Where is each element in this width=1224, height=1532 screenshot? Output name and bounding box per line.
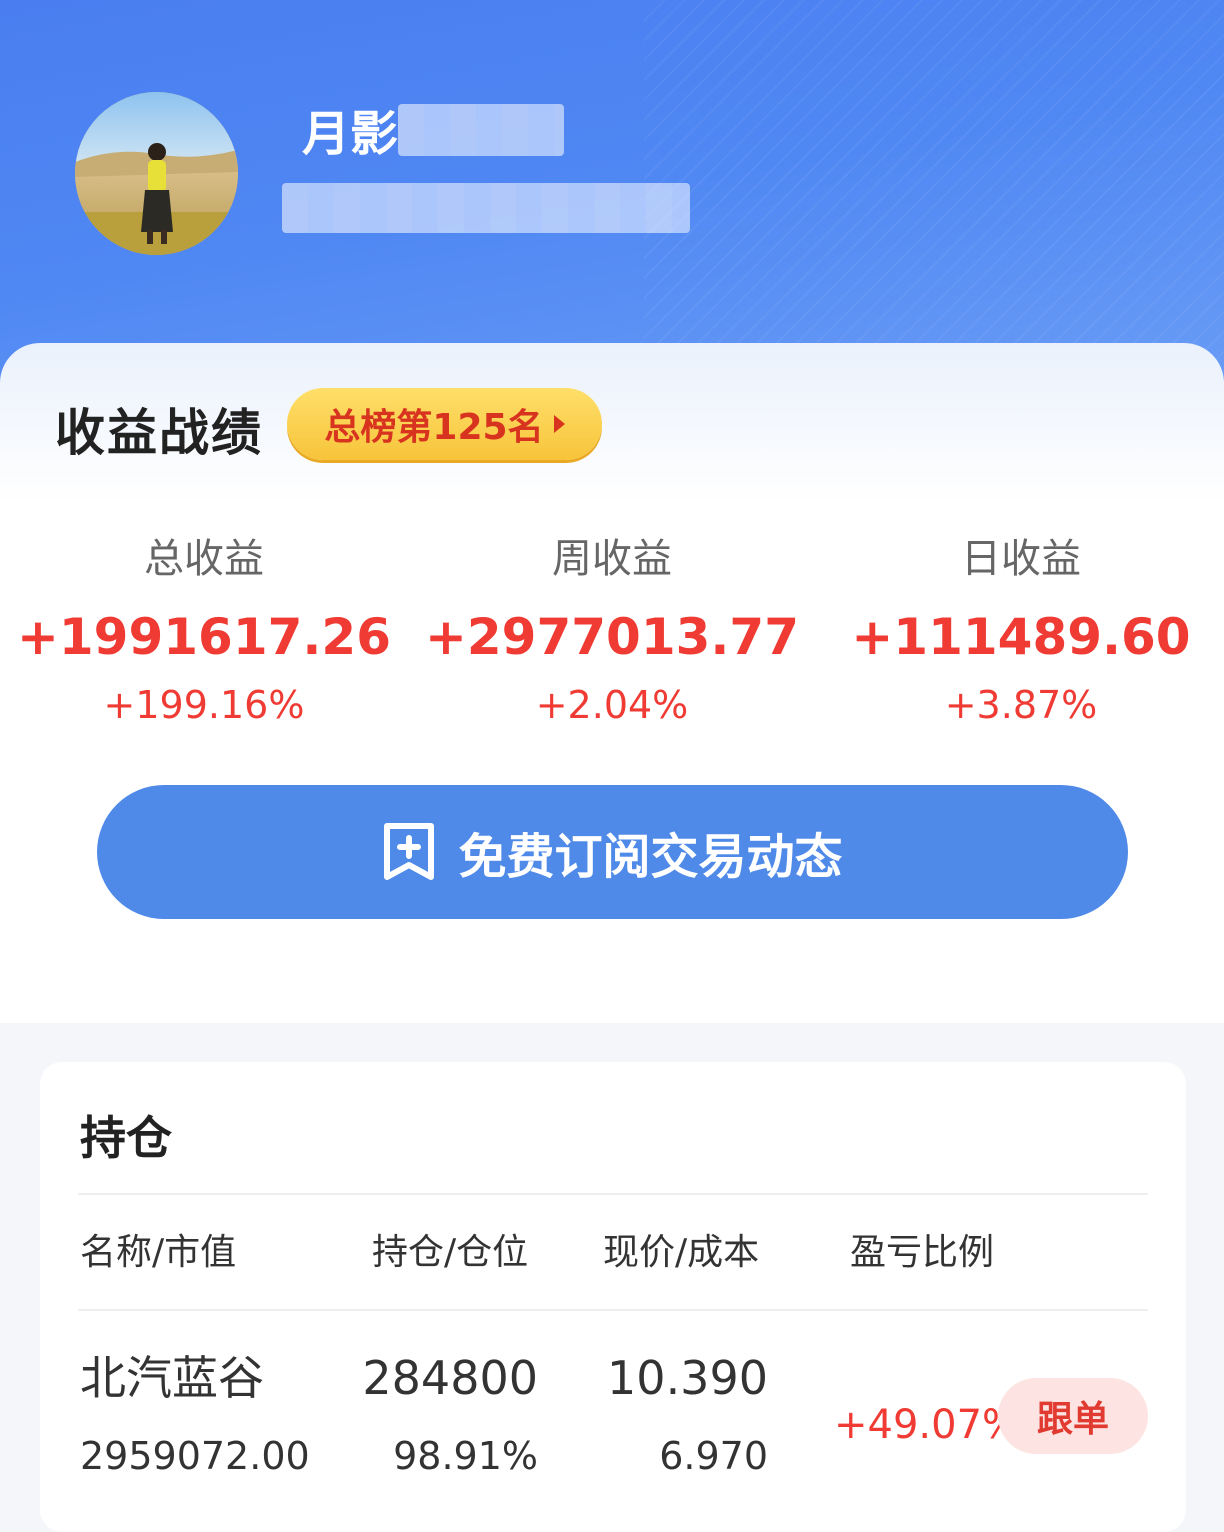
stat-label: 周收益 [552, 536, 672, 582]
stat-percent: +199.16% [103, 683, 305, 727]
column-header-position: 持仓/仓位 [372, 1232, 529, 1273]
performance-card: 收益战绩 总榜第125名 总收益 +1991617.26 +199.16% 周收… [0, 343, 1224, 1023]
username: 月影 [302, 106, 399, 162]
stock-name: 北汽蓝谷 [80, 1351, 264, 1405]
stat-weekly: 周收益 +2977013.77 +2.04% [412, 533, 812, 729]
stat-percent: +2.04% [535, 683, 689, 727]
shares: 284800 [362, 1351, 538, 1405]
avatar-photo [75, 92, 238, 255]
avatar[interactable] [75, 92, 238, 255]
stat-total: 总收益 +1991617.26 +199.16% [4, 533, 404, 729]
holdings-title: 持仓 [80, 1111, 172, 1165]
column-header-name: 名称/市值 [80, 1232, 237, 1273]
follow-label: 跟单 [1036, 1399, 1109, 1440]
stat-value: +111489.60 [851, 608, 1191, 666]
stat-daily: 日收益 +111489.60 +3.87% [821, 533, 1221, 729]
divider [78, 1309, 1148, 1311]
current-price: 10.390 [607, 1351, 768, 1405]
stat-percent: +3.87% [944, 683, 1098, 727]
column-header-price: 现价/成本 [603, 1232, 760, 1273]
bookmark-add-icon [384, 823, 435, 880]
divider [78, 1193, 1148, 1195]
caret-right-icon [553, 415, 565, 433]
follow-button[interactable]: 跟单 [998, 1378, 1148, 1454]
stat-label: 日收益 [961, 536, 1081, 582]
position-percent: 98.91% [393, 1434, 538, 1478]
user-bio-redacted [282, 183, 690, 233]
rank-badge-label: 总榜第125名 [324, 407, 544, 448]
holdings-card: 持仓 名称/市值 持仓/仓位 现价/成本 盈亏比例 北汽蓝谷 2959072.0… [40, 1062, 1186, 1532]
column-header-pl: 盈亏比例 [850, 1232, 995, 1273]
stat-value: +2977013.77 [425, 608, 799, 666]
stat-value: +1991617.26 [17, 608, 391, 666]
subscribe-label: 免费订阅交易动态 [458, 829, 843, 885]
performance-title: 收益战绩 [55, 404, 263, 462]
market-value: 2959072.00 [80, 1434, 310, 1478]
stat-label: 总收益 [144, 536, 264, 582]
subscribe-button[interactable]: 免费订阅交易动态 [97, 785, 1128, 919]
username-redacted [398, 104, 564, 156]
rank-badge[interactable]: 总榜第125名 [287, 388, 602, 460]
pl-ratio: +49.07% [834, 1402, 1021, 1448]
cost-price: 6.970 [659, 1434, 768, 1478]
